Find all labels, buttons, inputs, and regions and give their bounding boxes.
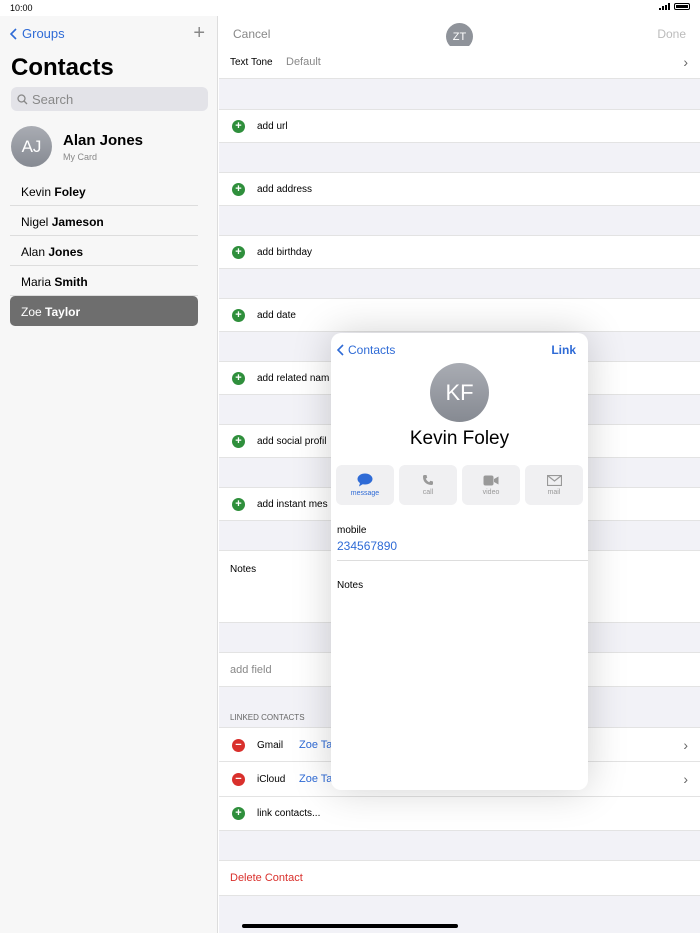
contact-list: Kevin Foley Nigel Jameson Alan Jones Mar… <box>10 176 198 326</box>
action-buttons: message call video mail <box>336 465 583 505</box>
add-icon: + <box>232 498 245 511</box>
add-icon: + <box>232 120 245 133</box>
list-item[interactable]: Maria Smith <box>10 266 198 296</box>
add-date-row[interactable]: + add date <box>219 298 700 332</box>
list-item[interactable]: Alan Jones <box>10 236 198 266</box>
mobile-number[interactable]: 234567890 <box>337 539 397 553</box>
list-item[interactable]: Nigel Jameson <box>10 206 198 236</box>
contact-first-name: Kevin <box>21 185 52 199</box>
chevron-left-icon <box>337 344 344 356</box>
my-card[interactable]: AJ Alan Jones My Card <box>11 126 143 167</box>
add-field-label: add field <box>230 664 272 676</box>
delete-contact-button[interactable]: Delete Contact <box>230 872 303 884</box>
mail-icon <box>546 474 562 486</box>
linked-source: iCloud <box>257 774 286 785</box>
popover-back-button[interactable]: Contacts <box>337 343 395 357</box>
add-address-label: add address <box>257 184 313 195</box>
chevron-right-icon: › <box>683 54 688 70</box>
add-instant-message-label: add instant mes <box>257 499 328 510</box>
contact-first-name: Alan <box>21 245 46 259</box>
status-time: 10:00 <box>10 3 33 13</box>
linked-name: Zoe Ta <box>299 739 333 751</box>
battery-icon <box>674 3 690 10</box>
phone-icon <box>423 475 433 485</box>
notes-label: Notes <box>230 564 257 575</box>
home-indicator[interactable] <box>242 924 458 928</box>
status-bar: 10:00 <box>0 0 700 16</box>
add-icon: + <box>232 372 245 385</box>
add-icon: + <box>232 246 245 259</box>
search-placeholder: Search <box>32 91 74 107</box>
contact-last-name: Taylor <box>45 305 81 319</box>
add-icon: + <box>232 807 245 820</box>
add-url-row[interactable]: + add url <box>219 109 700 143</box>
contact-last-name: Foley <box>54 185 86 199</box>
message-button[interactable]: message <box>336 465 394 505</box>
cancel-button[interactable]: Cancel <box>233 27 270 41</box>
video-icon <box>483 475 499 485</box>
contact-first-name: Zoe <box>21 305 42 319</box>
linked-source: Gmail <box>257 740 284 751</box>
call-label: call <box>422 489 434 496</box>
search-icon <box>17 93 28 104</box>
link-contacts-label: link contacts... <box>257 808 321 819</box>
mail-label: mail <box>547 488 561 496</box>
video-label: video <box>482 488 500 496</box>
status-icons <box>659 3 690 10</box>
my-card-name: Alan Jones <box>63 131 144 149</box>
add-url-label: add url <box>257 121 288 132</box>
link-contacts-row[interactable]: + link contacts... <box>219 797 700 831</box>
list-item[interactable]: Kevin Foley <box>10 176 198 206</box>
message-label: message <box>350 490 380 497</box>
chevron-left-icon <box>10 27 17 40</box>
page-title: Contacts <box>11 54 114 81</box>
chevron-right-icon: › <box>683 737 688 753</box>
linked-contacts-header: LINKED CONTACTS <box>230 713 305 722</box>
contact-last-name: Jones <box>48 245 84 259</box>
avatar: KF <box>430 363 489 422</box>
add-address-row[interactable]: + add address <box>219 172 700 206</box>
signal-icon <box>659 3 670 10</box>
add-date-label: add date <box>257 310 296 321</box>
contact-last-name: Jameson <box>51 215 104 229</box>
popover-contact-name: Kevin Foley <box>409 428 510 449</box>
add-birthday-row[interactable]: + add birthday <box>219 235 700 269</box>
add-contact-button[interactable]: + <box>193 22 205 45</box>
mail-button[interactable]: mail <box>525 465 583 505</box>
add-icon: + <box>232 183 245 196</box>
divider <box>337 560 588 561</box>
avatar: AJ <box>11 126 52 167</box>
video-button[interactable]: video <box>462 465 520 505</box>
linked-name: Zoe Ta <box>299 773 333 785</box>
mobile-label: mobile <box>337 525 367 536</box>
link-button[interactable]: Link <box>551 343 576 357</box>
remove-icon[interactable]: − <box>232 773 245 786</box>
add-related-name-label: add related nam <box>257 373 330 384</box>
contact-popover: Contacts Link KF Kevin Foley message cal… <box>331 333 588 790</box>
groups-label: Groups <box>22 26 65 41</box>
text-tone-row[interactable]: Text Tone Default › <box>219 46 700 79</box>
message-icon <box>357 473 373 487</box>
add-birthday-label: add birthday <box>257 247 313 258</box>
groups-back-button[interactable]: Groups <box>10 26 65 41</box>
search-input[interactable]: Search <box>11 87 208 111</box>
chevron-right-icon: › <box>683 771 688 787</box>
add-social-profile-label: add social profil <box>257 436 327 447</box>
remove-icon[interactable]: − <box>232 739 245 752</box>
call-button[interactable]: call <box>399 465 457 505</box>
contacts-sidebar: Groups + Contacts Search AJ Alan Jones M… <box>0 16 218 933</box>
popover-notes-label: Notes <box>337 580 364 591</box>
list-item-selected[interactable]: Zoe Taylor <box>10 296 198 326</box>
contact-first-name: Maria <box>21 275 52 289</box>
text-tone-value: Default <box>286 56 321 68</box>
text-tone-label: Text Tone <box>230 57 273 68</box>
delete-contact-row[interactable]: Delete Contact <box>219 860 700 896</box>
my-card-subtitle: My Card <box>63 151 98 162</box>
contact-last-name: Smith <box>54 275 88 289</box>
popover-back-label: Contacts <box>348 343 396 357</box>
add-icon: + <box>232 435 245 448</box>
add-icon: + <box>232 309 245 322</box>
done-button[interactable]: Done <box>657 27 686 41</box>
contact-first-name: Nigel <box>21 215 49 229</box>
